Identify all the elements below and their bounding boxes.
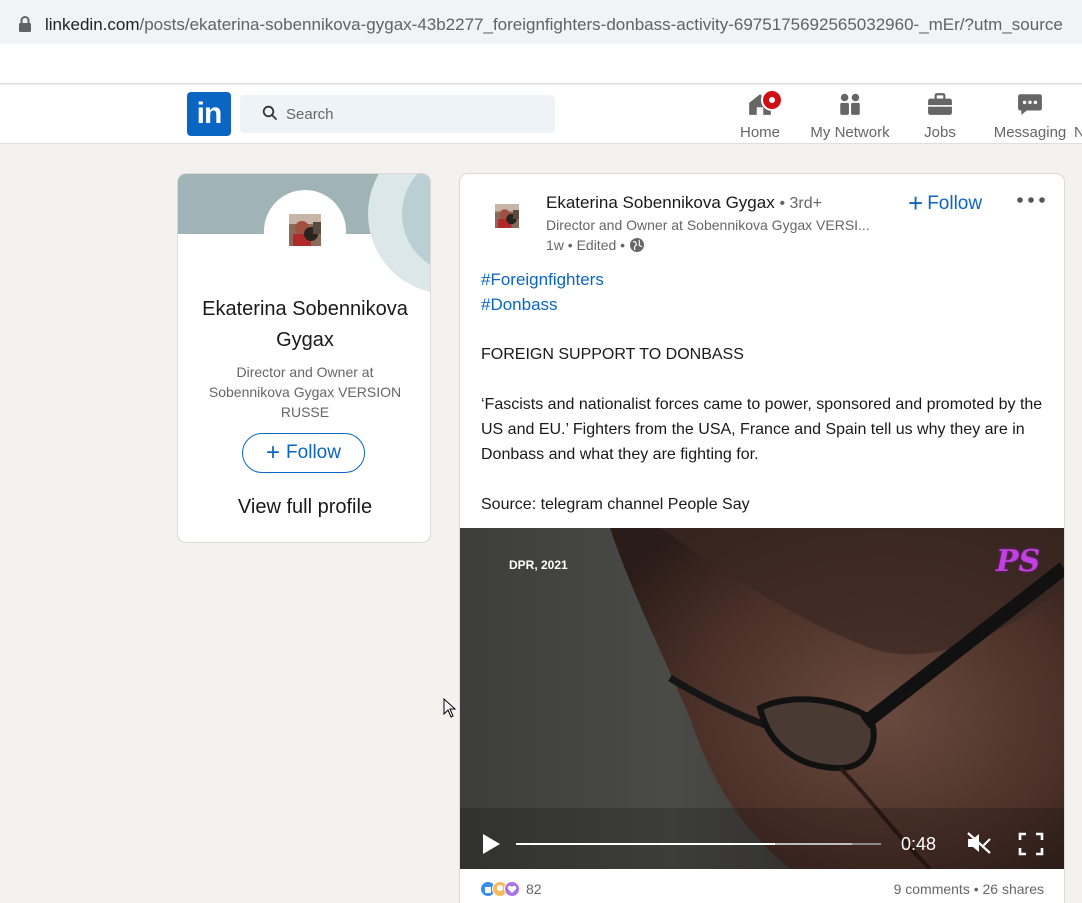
profile-name[interactable]: Ekaterina Sobennikova Gygax bbox=[188, 294, 422, 356]
video-progress-fill bbox=[516, 843, 776, 845]
nav-notifications-label: N bbox=[1074, 124, 1082, 141]
nav-home-label: Home bbox=[739, 124, 780, 141]
post-source: Source: telegram channel People Say bbox=[481, 496, 750, 513]
view-full-profile-link[interactable]: View full profile bbox=[188, 496, 422, 519]
post-author-name[interactable]: Ekaterina Sobennikova Gygax • 3rd+ bbox=[546, 193, 822, 213]
video-time: 0:48 bbox=[901, 834, 937, 854]
url-path: /posts/ekaterina-sobennikova-gygax-43b22… bbox=[139, 15, 1063, 34]
video-player[interactable]: DPR, 2021 PS 0:48 bbox=[460, 528, 1064, 869]
channel-watermark: PS bbox=[996, 544, 1041, 579]
search-input[interactable] bbox=[286, 95, 546, 133]
browser-address-bar: linkedin.com/posts/ekaterina-sobennikova… bbox=[0, 0, 1082, 44]
nav-messaging[interactable]: Messaging bbox=[990, 89, 1070, 141]
post-follow-label: Follow bbox=[927, 193, 983, 214]
post-meta: 1w • Edited • bbox=[546, 237, 645, 253]
notifications-icon bbox=[1074, 91, 1082, 117]
comments-shares-count[interactable]: 9 comments • 26 shares bbox=[894, 881, 1044, 897]
profile-avatar[interactable] bbox=[264, 190, 346, 272]
lock-icon bbox=[19, 16, 31, 32]
profile-headline: Director and Owner at Sobennikova Gygax … bbox=[208, 364, 402, 420]
linkedin-logo[interactable]: in bbox=[187, 92, 231, 136]
messaging-icon bbox=[1018, 94, 1042, 115]
reactions-icon[interactable] bbox=[480, 880, 524, 898]
fullscreen-icon[interactable] bbox=[1018, 832, 1044, 856]
muted-speaker-icon[interactable] bbox=[966, 831, 992, 855]
nav-my-network-label: My Network bbox=[810, 124, 890, 141]
nav-jobs[interactable]: Jobs bbox=[915, 89, 965, 141]
nav-notifications[interactable]: N bbox=[1074, 89, 1082, 141]
nav-my-network[interactable]: My Network bbox=[805, 89, 895, 141]
profile-follow-button[interactable]: + Follow bbox=[242, 433, 365, 473]
plus-icon: + bbox=[266, 439, 281, 466]
url-host: linkedin.com bbox=[45, 15, 140, 34]
bookmarks-bar bbox=[0, 44, 1082, 84]
network-icon bbox=[840, 93, 860, 115]
search-box[interactable] bbox=[240, 95, 555, 133]
video-controls: 0:48 bbox=[460, 818, 1064, 868]
nav-jobs-label: Jobs bbox=[924, 124, 956, 141]
post-meta-text: 1w • Edited • bbox=[546, 237, 626, 253]
plus-icon: + bbox=[908, 188, 924, 218]
search-icon bbox=[262, 105, 277, 120]
post-card: Ekaterina Sobennikova Gygax • 3rd+ Direc… bbox=[459, 173, 1065, 903]
more-options-icon[interactable] bbox=[1016, 194, 1046, 206]
profile-follow-label: Follow bbox=[286, 442, 341, 463]
connection-degree: • 3rd+ bbox=[779, 195, 822, 212]
nav-messaging-label: Messaging bbox=[993, 124, 1067, 141]
nav-home[interactable]: Home bbox=[735, 89, 785, 141]
hashtag-link[interactable]: #Donbass bbox=[481, 292, 1046, 317]
notification-badge bbox=[761, 89, 783, 111]
post-social-bar: 82 9 comments • 26 shares bbox=[460, 878, 1064, 902]
post-title: FOREIGN SUPPORT TO DONBASS bbox=[481, 346, 744, 363]
post-body: #Foreignfighters #Donbass FOREIGN SUPPOR… bbox=[481, 267, 1046, 517]
briefcase-icon bbox=[928, 93, 952, 115]
globe-icon bbox=[630, 238, 645, 252]
post-author-avatar[interactable] bbox=[495, 204, 519, 228]
video-progress-bar[interactable] bbox=[516, 843, 881, 845]
url-text[interactable]: linkedin.com/posts/ekaterina-sobennikova… bbox=[45, 15, 1082, 35]
profile-card: Ekaterina Sobennikova Gygax Director and… bbox=[177, 173, 431, 543]
hashtag-link[interactable]: #Foreignfighters bbox=[481, 267, 1046, 292]
linkedin-nav: in Home My Network Jobs bbox=[0, 85, 1082, 144]
avatar-photo bbox=[289, 214, 321, 246]
post-follow-button[interactable]: + Follow bbox=[908, 188, 982, 219]
video-overlay-text: DPR, 2021 bbox=[509, 558, 568, 572]
post-author-name-text: Ekaterina Sobennikova Gygax bbox=[546, 193, 775, 212]
post-author-headline: Director and Owner at Sobennikova Gygax … bbox=[546, 217, 870, 233]
url-box[interactable]: linkedin.com/posts/ekaterina-sobennikova… bbox=[4, 4, 1082, 40]
reactions-count[interactable]: 82 bbox=[526, 881, 542, 897]
play-icon[interactable] bbox=[480, 832, 502, 856]
post-paragraph: ‘Fascists and nationalist forces came to… bbox=[481, 396, 1043, 463]
mouse-cursor-icon bbox=[443, 698, 457, 718]
